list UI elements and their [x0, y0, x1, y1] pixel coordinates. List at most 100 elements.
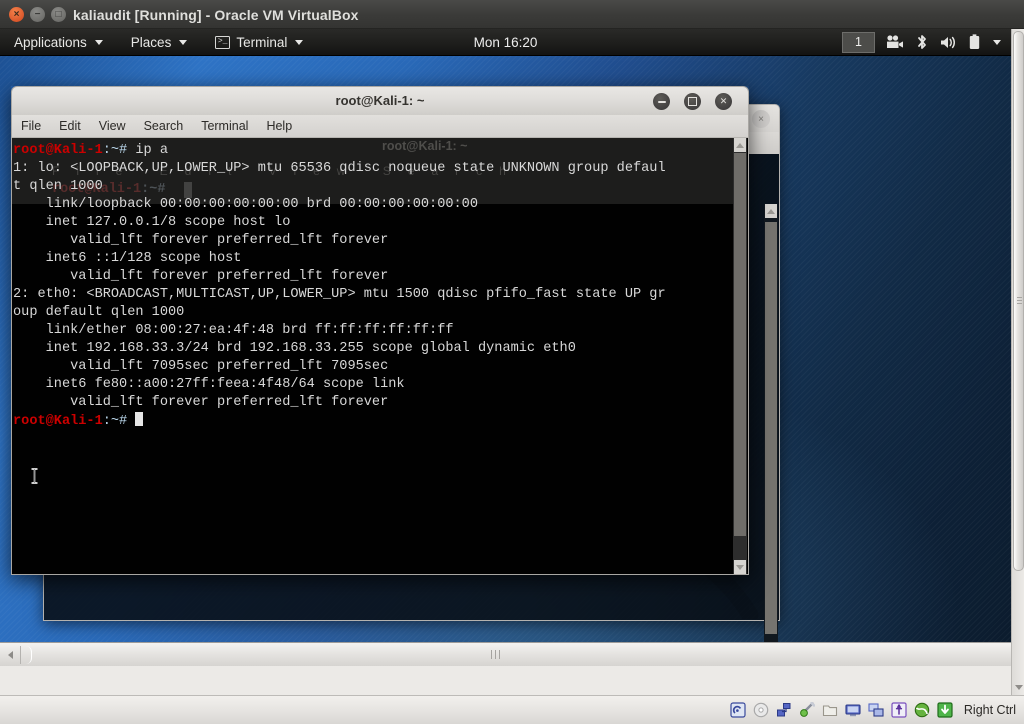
- terminal-output-line: oup default qlen 1000: [13, 305, 185, 320]
- vbox-status-bar: Right Ctrl: [0, 695, 1024, 724]
- hard-disk-icon[interactable]: [730, 702, 746, 718]
- close-icon: ✕: [719, 96, 728, 106]
- terminal-output-line: 2: eth0: <BROADCAST,MULTICAST,UP,LOWER_U…: [13, 287, 666, 302]
- vbox-titlebar: × − □ kaliaudit [Running] - Oracle VM Vi…: [0, 0, 1024, 29]
- terminal-icon: >_: [215, 35, 231, 49]
- terminal-maximize-button[interactable]: [684, 93, 701, 110]
- chevron-left-icon: [7, 651, 13, 659]
- network-adapter-icon[interactable]: [776, 702, 792, 718]
- background-terminal-close-button[interactable]: ×: [752, 110, 770, 128]
- guest-screen: Applications Places >_ Terminal Mon 16:2…: [0, 29, 1011, 695]
- terminal-output-line: 1: lo: <LOOPBACK,UP,LOWER_UP> mtu 65536 …: [13, 161, 666, 176]
- terminal-output-line: valid_lft forever preferred_lft forever: [13, 395, 389, 410]
- terminal-output-line: valid_lft forever preferred_lft forever: [13, 269, 389, 284]
- terminal-output-line: link/loopback 00:00:00:00:00:00 brd 00:0…: [13, 197, 478, 212]
- terminal-close-button[interactable]: ✕: [715, 93, 732, 110]
- minimize-icon: [657, 100, 666, 103]
- menu-item-view[interactable]: View: [90, 117, 135, 135]
- guest-view-scrollbar[interactable]: [1011, 29, 1024, 695]
- places-menu-label: Places: [130, 34, 172, 50]
- panel-tray: 1: [842, 31, 1011, 53]
- terminal-cursor: [135, 412, 144, 426]
- panel-hide-button[interactable]: [2, 646, 18, 664]
- prompt-path: :~#: [102, 143, 136, 158]
- prompt-user: root@Kali-1: [13, 414, 103, 429]
- prompt-user: root@Kali-1: [13, 143, 103, 158]
- audio-icon[interactable]: [799, 702, 815, 718]
- maximize-icon: [688, 97, 697, 106]
- terminal-window-menu[interactable]: >_ Terminal: [201, 29, 317, 56]
- host-minimize-button[interactable]: −: [30, 7, 45, 22]
- usb-icon[interactable]: [891, 702, 907, 718]
- applications-menu[interactable]: Applications: [0, 29, 117, 56]
- chevron-up-icon: [736, 142, 744, 148]
- menu-item-help[interactable]: Help: [257, 117, 301, 135]
- optical-disk-icon[interactable]: [753, 702, 769, 718]
- display-icon[interactable]: [845, 702, 861, 718]
- virtualbox-window: × − □ kaliaudit [Running] - Oracle VM Vi…: [0, 0, 1024, 724]
- chevron-down-icon: [736, 564, 744, 570]
- places-menu[interactable]: Places: [117, 29, 202, 56]
- terminal-window-menu-label: Terminal: [236, 34, 288, 50]
- menu-item-edit[interactable]: Edit: [50, 117, 90, 135]
- camera-icon[interactable]: [886, 35, 904, 49]
- capture-indicator-icon[interactable]: [937, 702, 953, 718]
- menu-item-terminal[interactable]: Terminal: [192, 117, 257, 135]
- terminal-output-line: valid_lft 7095sec preferred_lft 7095sec: [13, 359, 389, 374]
- gnome-bottom-panel: [0, 642, 1011, 666]
- terminal-titlebar[interactable]: root@Kali-1: ~ ✕: [11, 86, 749, 115]
- terminal-prompt-line: root@Kali-1:~# ip a: [13, 142, 733, 160]
- chevron-down-icon[interactable]: [993, 39, 1001, 45]
- chevron-up-icon: [767, 208, 775, 214]
- terminal-output-line: inet 127.0.0.1/8 scope host lo: [13, 215, 291, 230]
- chevron-down-icon: [179, 39, 188, 45]
- terminal-menubar: File Edit View Search Terminal Help: [11, 115, 749, 138]
- vbox-window-title: kaliaudit [Running] - Oracle VM VirtualB…: [73, 7, 359, 23]
- close-icon: ×: [13, 8, 20, 20]
- chevron-down-icon: [94, 39, 103, 45]
- terminal-scrollbar-thumb[interactable]: [734, 153, 746, 536]
- menu-item-file[interactable]: File: [12, 117, 50, 135]
- shared-folders-icon[interactable]: [822, 702, 838, 718]
- terminal-title: root@Kali-1: ~: [335, 93, 425, 108]
- panel-drag-handle[interactable]: [20, 646, 32, 664]
- terminal-output-line: inet6 ::1/128 scope host: [13, 251, 250, 266]
- workspace-switcher[interactable]: 1: [842, 31, 875, 53]
- terminal-output-line: link/ether 08:00:27:ea:4f:48 brd ff:ff:f…: [13, 323, 454, 338]
- window-list-grip[interactable]: [491, 650, 502, 659]
- guest-scrollbar-thumb[interactable]: [1013, 31, 1024, 571]
- terminal-output: root@Kali-1:~# ip a 1: lo: <LOOPBACK,UP,L…: [12, 138, 733, 574]
- terminal-screen[interactable]: root@Kali-1: ~ File Edit View Search roo…: [12, 138, 733, 574]
- menu-item-search[interactable]: Search: [135, 117, 193, 135]
- bg-scroll-up-button[interactable]: [765, 204, 777, 218]
- chevron-down-icon: [1014, 684, 1023, 690]
- terminal-window[interactable]: root@Kali-1: ~ ✕ File Edit View Search T…: [11, 86, 749, 575]
- terminal-scrollbar[interactable]: [733, 138, 747, 574]
- prompt-path: :~#: [102, 414, 136, 429]
- maximize-icon: □: [55, 8, 62, 20]
- bluetooth-icon[interactable]: [915, 34, 929, 50]
- host-close-button[interactable]: ×: [9, 7, 24, 22]
- close-icon: ×: [758, 113, 764, 125]
- terminal-output-line: inet6 fe80::a00:27ff:feea:4f48/64 scope …: [13, 377, 413, 392]
- remote-desktop-icon[interactable]: [868, 702, 884, 718]
- scroll-down-button[interactable]: [734, 560, 746, 574]
- workspace-number: 1: [855, 35, 862, 49]
- guest-scroll-down-button[interactable]: [1013, 681, 1024, 693]
- terminal-prompt-line: root@Kali-1:~#: [13, 412, 733, 430]
- host-maximize-button[interactable]: □: [51, 7, 66, 22]
- panel-underlay: [0, 666, 1011, 695]
- battery-icon[interactable]: [969, 34, 980, 50]
- terminal-minimize-button[interactable]: [653, 93, 670, 110]
- gnome-top-panel: Applications Places >_ Terminal Mon 16:2…: [0, 29, 1011, 56]
- bg-scrollbar-thumb[interactable]: [765, 222, 777, 634]
- globe-icon[interactable]: [914, 702, 930, 718]
- background-terminal-scrollbar[interactable]: [764, 204, 778, 670]
- text-cursor-pointer: [31, 468, 38, 484]
- minimize-icon: −: [34, 8, 41, 20]
- scrollbar-grip-icon: [1016, 297, 1022, 305]
- volume-icon[interactable]: [940, 35, 958, 50]
- scroll-up-button[interactable]: [734, 138, 746, 152]
- terminal-body[interactable]: root@Kali-1: ~ File Edit View Search roo…: [11, 138, 749, 575]
- terminal-command: ip a: [135, 143, 169, 158]
